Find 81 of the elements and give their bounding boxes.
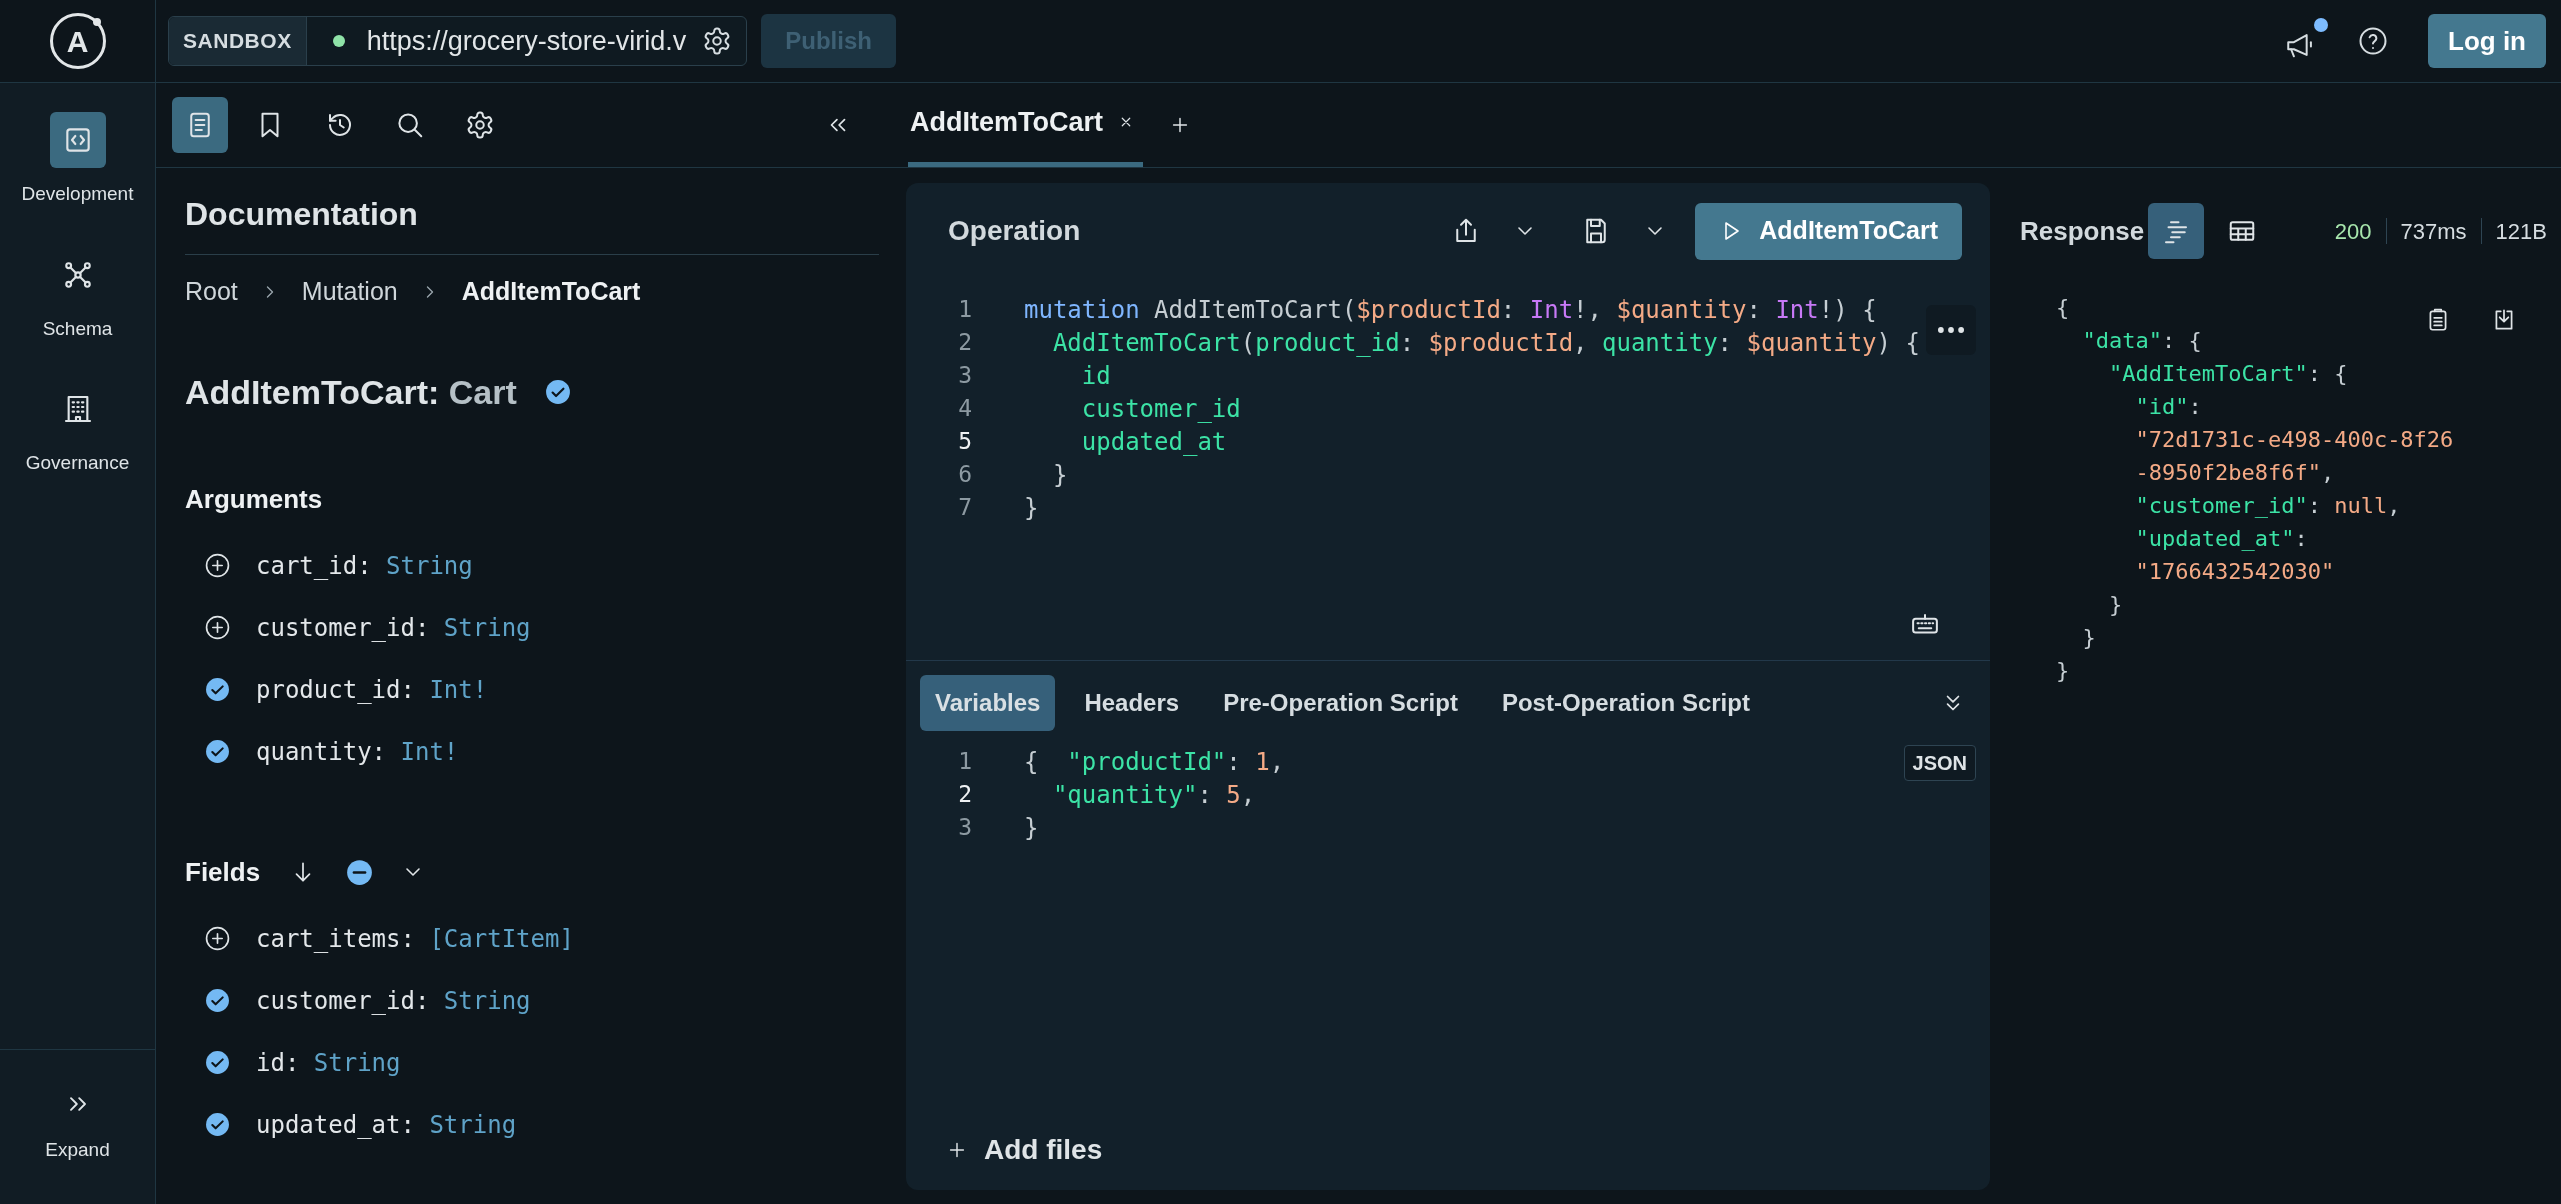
code-line: id [1080, 360, 1111, 392]
settings-icon [465, 110, 495, 140]
code-line: updated_at [1080, 426, 1227, 458]
section-title: Fields [185, 855, 261, 889]
editor-tab[interactable]: Pre-Operation Script [1208, 675, 1473, 731]
view-toggle[interactable] [2148, 203, 2205, 259]
status-code: 200 [2334, 217, 2372, 246]
editor-tab[interactable]: Post-Operation Script [1486, 675, 1765, 731]
panel-title: Documentation [185, 190, 879, 255]
code-line: "72d1731c-e498-400c-8f26 [2134, 426, 2454, 454]
nav-label: Schema [42, 316, 113, 341]
code-line: } [1024, 812, 1039, 844]
add-files-button[interactable]: Add files [906, 1110, 1990, 1190]
nav-label: Governance [25, 451, 130, 475]
code-line: "customer_id": null, [2134, 492, 2401, 520]
response-time: 737ms [2400, 217, 2467, 246]
field-name[interactable]: updated_at: String [256, 1106, 517, 1143]
plus-circle-icon[interactable] [205, 553, 230, 578]
breadcrumb-link[interactable]: Root [185, 273, 238, 311]
plus-circle-icon[interactable] [205, 615, 230, 640]
code-line: } [2081, 624, 2096, 652]
code-line: -8950f2be8f6f", [2134, 459, 2335, 487]
field-name[interactable]: customer_id: String [256, 982, 531, 1019]
tab-label: AddItemToCart [910, 105, 1103, 139]
code-line: } [2056, 657, 2070, 685]
code-line: mutation AddItemToCart($productId: Int!, $quantity: Int!) { [1024, 294, 1877, 326]
code-line: { "productId": 1, [1024, 746, 1285, 778]
line-number: 4 [957, 394, 972, 424]
editor-tab[interactable]: Headers [1069, 675, 1195, 731]
line-number: 1 [957, 295, 972, 325]
field-name[interactable]: quantity: Int! [256, 733, 459, 770]
line-number: 3 [957, 813, 972, 843]
endpoint-field[interactable]: SANDBOX https://grocery-store-virid.v [168, 16, 748, 66]
minus-circle-icon[interactable] [346, 858, 374, 886]
search-icon [395, 110, 425, 140]
help-icon[interactable] [2358, 26, 2388, 56]
login-button[interactable]: Log in [2428, 14, 2546, 68]
editor-tab[interactable]: AddItemToCart [908, 82, 1143, 167]
editor-tab[interactable]: Variables [920, 675, 1056, 731]
line-number: 1 [957, 747, 972, 777]
code-line: "AddItemToCart": { [2107, 360, 2348, 388]
expand-label: Expand [45, 1137, 110, 1162]
code-line: customer_id [1080, 393, 1241, 425]
breadcrumb-link[interactable]: AddItemToCart [461, 273, 641, 311]
run-button[interactable]: AddItemToCart [1695, 202, 1962, 260]
line-number: 6 [957, 460, 972, 490]
type-heading: AddItemToCart: Cart [185, 371, 517, 413]
field-name[interactable]: id: String [256, 1044, 401, 1081]
code-line: "data": { [2081, 327, 2202, 355]
section-title: Arguments [185, 482, 323, 516]
code-line: } [2107, 591, 2123, 619]
logo: A [49, 13, 106, 69]
field-name[interactable]: product_id: Int! [256, 671, 488, 708]
field-name[interactable]: cart_items: [CartItem] [256, 920, 574, 957]
format-badge: JSON [1903, 745, 1976, 781]
line-number: 2 [957, 328, 972, 358]
more-button[interactable] [1926, 305, 1976, 355]
line-number: 5 [957, 427, 972, 457]
code-line: } [1024, 492, 1039, 524]
plus-circle-icon[interactable] [205, 926, 230, 951]
field-name[interactable]: customer_id: String [256, 609, 531, 646]
code-line: AddItemToCart(product_id: $productId, quantity: $quantity) { [1051, 327, 1920, 359]
code-line: "1766432542030" [2134, 558, 2335, 586]
section-title: Response [2020, 214, 2145, 248]
nav-item[interactable] [49, 112, 106, 168]
code-line: } [1051, 459, 1068, 491]
line-number: 3 [957, 361, 972, 391]
more-icon [1938, 326, 1964, 334]
url-text: https://grocery-store-virid.v [366, 24, 687, 58]
line-number: 2 [957, 780, 972, 810]
environment-label: SANDBOX [169, 17, 307, 65]
line-number: 7 [957, 493, 972, 523]
code-line: "updated_at": [2134, 525, 2308, 553]
breadcrumb-link[interactable]: Mutation [301, 273, 398, 311]
code-line: { [2056, 294, 2070, 322]
nav-label: Development [21, 182, 134, 206]
section-title: Operation [948, 214, 1081, 248]
code-line: "id": [2134, 393, 2202, 421]
field-name[interactable]: cart_id: String [256, 547, 473, 584]
response-size: 121B [2495, 217, 2547, 246]
code-line: "quantity": 5, [1051, 779, 1256, 811]
